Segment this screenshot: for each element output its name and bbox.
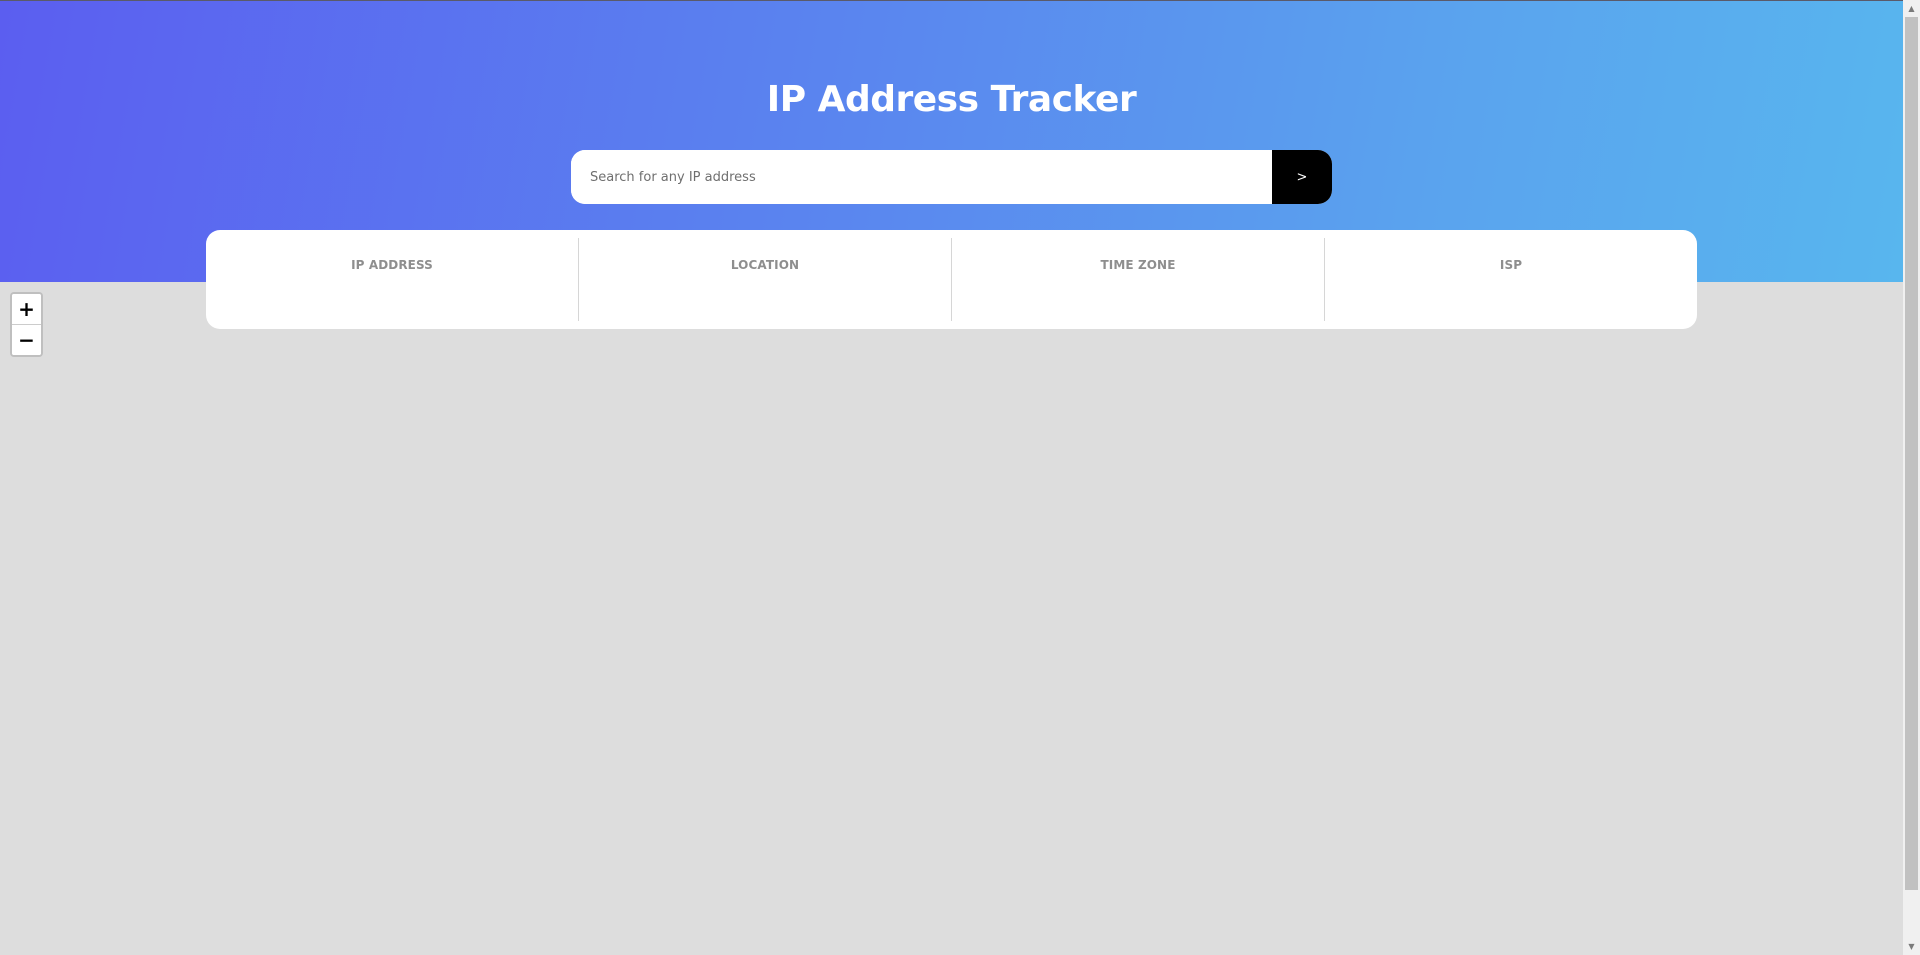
time-zone-label: TIME ZONE xyxy=(1100,258,1176,272)
info-location: LOCATION xyxy=(578,238,951,321)
page: IP Address Tracker > + − IP ADDRESS LOCA… xyxy=(0,0,1920,955)
top-border xyxy=(0,0,1903,1)
location-value xyxy=(579,280,951,300)
search-submit-button[interactable]: > xyxy=(1272,150,1332,204)
info-ip-address: IP ADDRESS xyxy=(206,238,578,321)
map-zoom-control: + − xyxy=(10,292,43,357)
scrollbar-thumb[interactable] xyxy=(1905,17,1918,890)
ip-address-label: IP ADDRESS xyxy=(351,258,433,272)
search-input[interactable] xyxy=(571,150,1272,204)
info-time-zone: TIME ZONE xyxy=(951,238,1324,321)
location-label: LOCATION xyxy=(730,258,800,272)
page-title: IP Address Tracker xyxy=(766,79,1137,120)
time-zone-value xyxy=(952,280,1324,300)
vertical-scrollbar[interactable]: ▲ ▼ xyxy=(1903,0,1920,955)
zoom-in-button[interactable]: + xyxy=(12,294,41,325)
ip-address-value xyxy=(206,280,578,300)
search-bar: > xyxy=(571,150,1332,204)
isp-value xyxy=(1325,280,1697,300)
isp-label: ISP xyxy=(1499,258,1523,272)
zoom-out-button[interactable]: − xyxy=(12,325,41,355)
scroll-up-arrow-icon[interactable]: ▲ xyxy=(1903,0,1920,17)
info-card: IP ADDRESS LOCATION TIME ZONE ISP xyxy=(206,230,1697,329)
info-isp: ISP xyxy=(1324,238,1697,321)
scroll-down-arrow-icon[interactable]: ▼ xyxy=(1903,938,1920,955)
map-container[interactable] xyxy=(0,282,1903,955)
